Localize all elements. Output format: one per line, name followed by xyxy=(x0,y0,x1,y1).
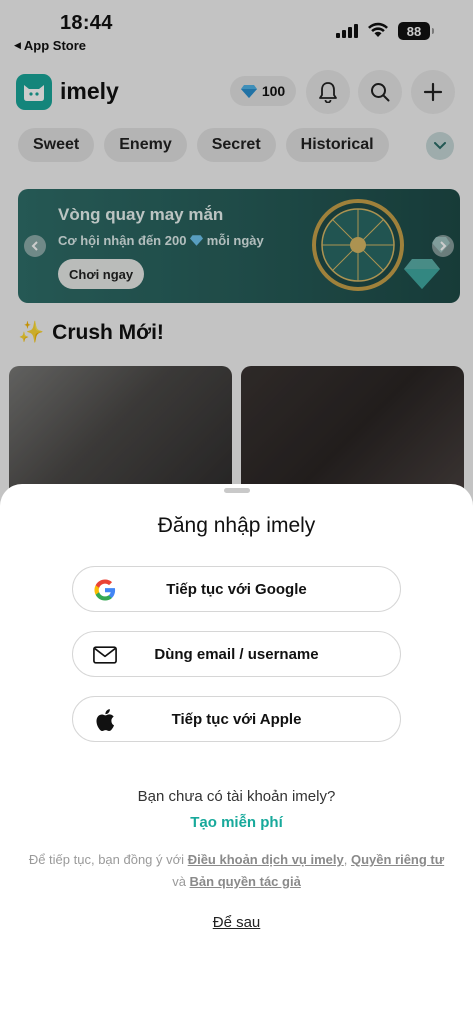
create-free-link[interactable]: Tạo miễn phí xyxy=(0,814,473,831)
login-bottom-sheet: Đăng nhập imely Tiếp tục với Google Dùng… xyxy=(0,484,473,1024)
google-button-label: Tiếp tục với Google xyxy=(166,580,307,598)
privacy-link[interactable]: Quyền riêng tư xyxy=(351,852,444,867)
terms-and-text: và xyxy=(172,874,186,889)
continue-with-apple-button[interactable]: Tiếp tục với Apple xyxy=(72,696,401,742)
no-account-text: Bạn chưa có tài khoản imely? xyxy=(137,788,336,805)
email-button-label: Dùng email / username xyxy=(154,645,319,663)
terms-of-service-link[interactable]: Điều khoản dịch vụ imely xyxy=(188,852,344,867)
copyright-link[interactable]: Bản quyền tác giả xyxy=(190,874,301,889)
sheet-grabber-handle[interactable] xyxy=(224,488,250,493)
continue-with-google-button[interactable]: Tiếp tục với Google xyxy=(72,566,401,612)
apple-button-label: Tiếp tục với Apple xyxy=(171,710,302,728)
google-logo-icon xyxy=(93,578,117,602)
apple-logo-icon xyxy=(93,708,117,732)
envelope-icon xyxy=(93,643,117,667)
email-username-button[interactable]: Dùng email / username xyxy=(72,631,401,677)
terms-notice: Để tiếp tục, bạn đồng ý với Điều khoản d… xyxy=(28,852,445,889)
later-link[interactable]: Để sau xyxy=(0,914,473,931)
login-sheet-title: Đăng nhập imely xyxy=(157,514,316,537)
terms-prefix-text: Để tiếp tục, bạn đồng ý với xyxy=(28,852,185,867)
